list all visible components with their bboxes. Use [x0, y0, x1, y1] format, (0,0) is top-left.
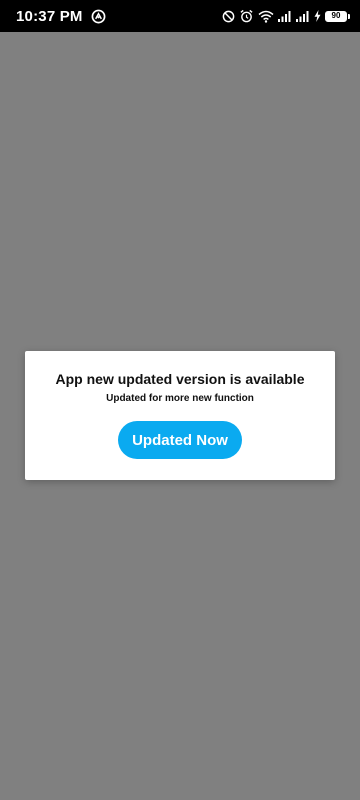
screen: 10:37 PM 90 App new updated version is a…: [0, 0, 360, 800]
app-notification-icon: [91, 9, 106, 24]
alarm-icon: [239, 9, 254, 23]
status-bar: 10:37 PM 90: [0, 0, 360, 32]
cellular-signal-icon: [296, 10, 310, 22]
dialog-title: App new updated version is available: [55, 371, 305, 387]
cellular-signal-icon: [278, 10, 292, 22]
battery-level: 90: [326, 11, 346, 21]
battery-body: 90: [325, 10, 347, 22]
dialog-subtitle: Updated for more new function: [106, 393, 254, 404]
battery-tip: [348, 13, 350, 19]
update-now-button[interactable]: Updated Now: [118, 421, 242, 459]
do-not-disturb-icon: [222, 10, 235, 23]
status-time: 10:37 PM: [16, 7, 83, 25]
status-left: 10:37 PM: [16, 8, 106, 25]
wifi-icon: [258, 10, 274, 23]
status-right: 90: [222, 9, 350, 23]
battery-icon: 90: [325, 10, 350, 22]
charging-icon: [314, 10, 321, 22]
update-dialog: App new updated version is available Upd…: [25, 351, 335, 480]
